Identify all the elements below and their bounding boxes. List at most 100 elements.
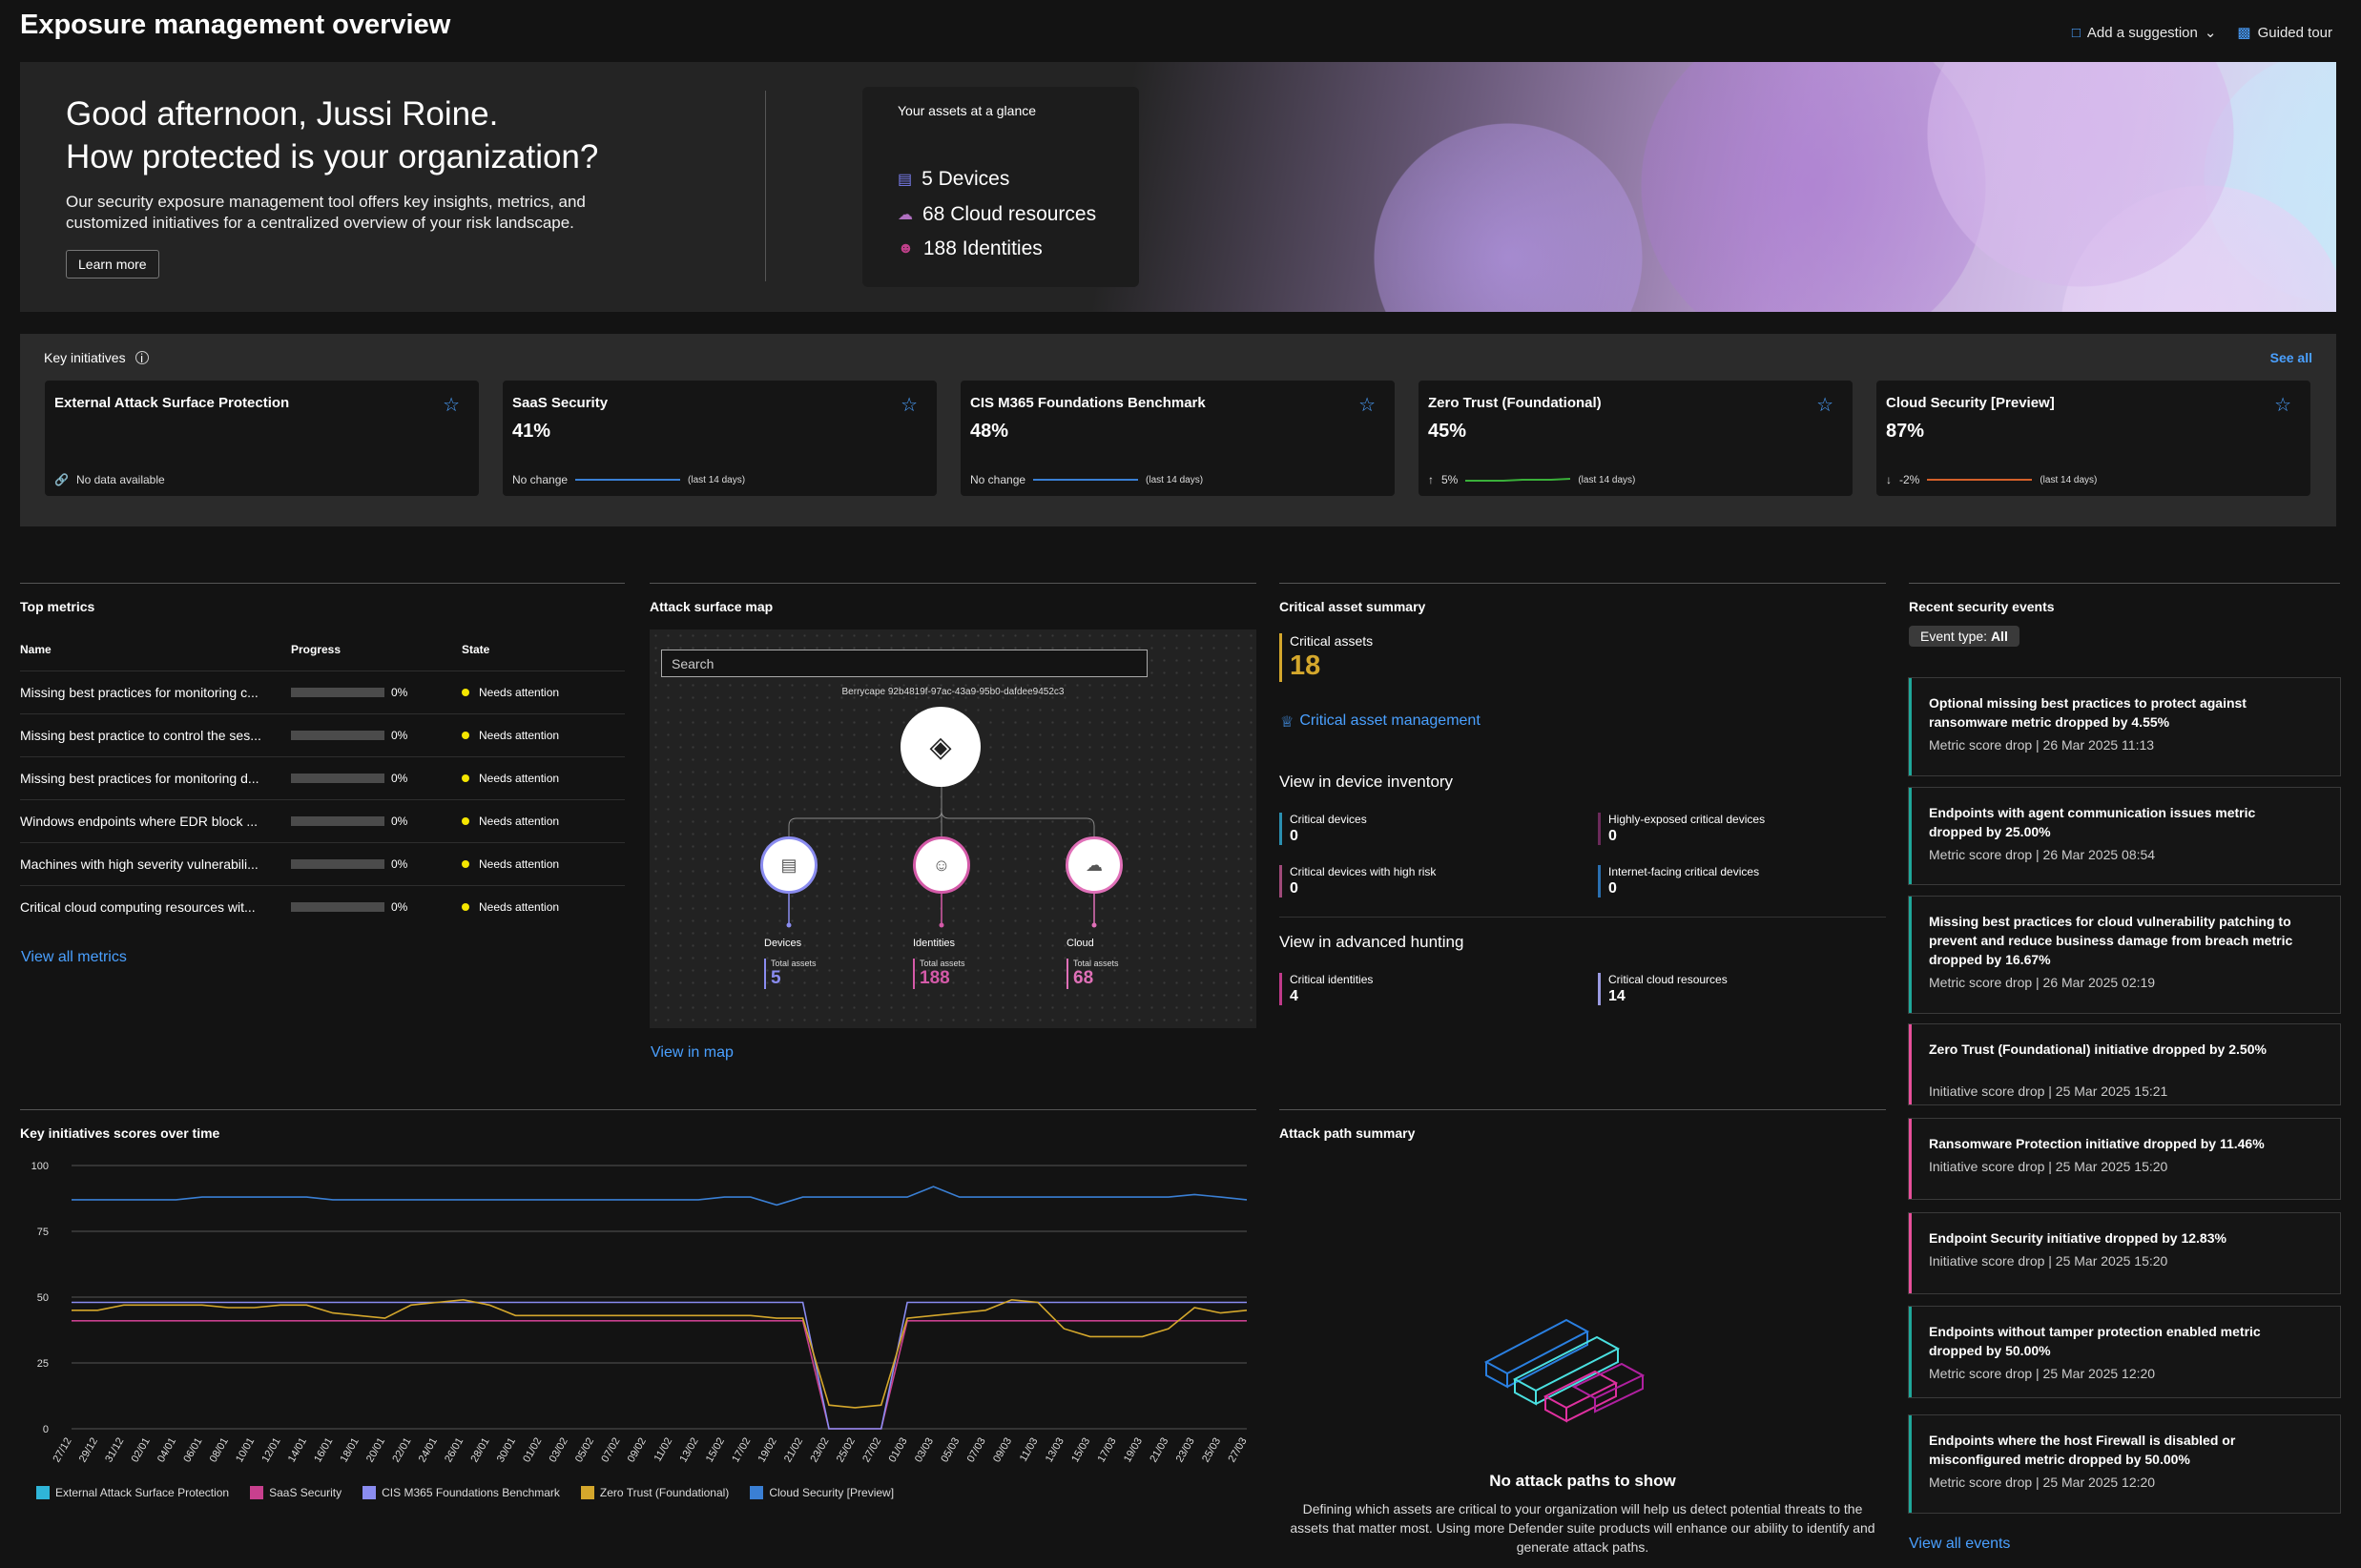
devices-node[interactable]: ▤: [760, 836, 818, 894]
critical-asset-management-link[interactable]: ♕ Critical asset management: [1280, 712, 1481, 732]
initiative-score: 41%: [512, 421, 551, 442]
x-tick-label: 10/01: [234, 1436, 257, 1465]
item-value: 0: [1608, 828, 1617, 844]
initiative-score: 87%: [1886, 421, 1925, 442]
event-card[interactable]: Optional missing best practices to prote…: [1909, 678, 2340, 775]
highly-exposed-critical-devices[interactable]: Highly-exposed critical devices 0: [1598, 813, 1765, 845]
event-card[interactable]: Missing best practices for cloud vulnera…: [1909, 897, 2340, 1013]
add-suggestion-button[interactable]: □ Add a suggestion ⌄: [2072, 24, 2217, 42]
tenant-node[interactable]: ◈: [901, 707, 981, 787]
view-all-metrics-link[interactable]: View all metrics: [21, 949, 127, 966]
table-row[interactable]: Missing best practice to control the ses…: [20, 713, 625, 756]
hero-description: Our security exposure management tool of…: [66, 193, 586, 232]
star-icon[interactable]: ☆: [2274, 393, 2291, 417]
initiative-footer: ↓ -2% (last 14 days): [1886, 473, 2097, 486]
event-card[interactable]: Endpoints with agent communication issue…: [1909, 788, 2340, 884]
legend-item[interactable]: SaaS Security: [250, 1486, 342, 1499]
cloud-icon: ☁: [898, 207, 913, 223]
item-value: 0: [1290, 880, 1298, 897]
glance-devices[interactable]: ▤ 5 Devices: [898, 168, 1009, 191]
table-row[interactable]: Missing best practices for monitoring d.…: [20, 756, 625, 799]
event-card[interactable]: Endpoints without tamper protection enab…: [1909, 1307, 2340, 1397]
table-row[interactable]: Machines with high severity vulnerabili.…: [20, 842, 625, 885]
star-icon[interactable]: ☆: [1358, 393, 1376, 417]
header-actions: □ Add a suggestion ⌄ ▩ Guided tour: [2072, 24, 2332, 42]
x-tick-label: 29/12: [77, 1436, 100, 1465]
attack-path-title: Attack path summary: [1279, 1125, 1416, 1141]
total-label: Total assets: [920, 959, 965, 968]
x-tick-label: 12/01: [259, 1436, 282, 1465]
legend-item[interactable]: External Attack Surface Protection: [36, 1486, 229, 1499]
metric-name: Missing best practice to control the ses…: [20, 728, 261, 743]
cloud-node[interactable]: ☁: [1066, 836, 1123, 894]
x-tick-label: 20/01: [364, 1436, 387, 1465]
y-tick-label: 0: [43, 1424, 49, 1435]
metric-progress: 0%: [391, 900, 408, 914]
legend-item[interactable]: Zero Trust (Foundational): [580, 1486, 729, 1499]
critical-assets-value: 18: [1290, 650, 1321, 681]
event-card[interactable]: Endpoint Security initiative dropped by …: [1909, 1213, 2340, 1293]
x-tick-label: 03/03: [913, 1436, 936, 1465]
star-icon[interactable]: ☆: [1816, 393, 1833, 417]
legend-label: Cloud Security [Preview]: [769, 1486, 895, 1499]
critical-devices[interactable]: Critical devices 0: [1279, 813, 1367, 845]
star-icon[interactable]: ☆: [901, 393, 918, 417]
x-tick-label: 23/03: [1174, 1436, 1197, 1465]
x-tick-label: 11/03: [1018, 1436, 1041, 1464]
no-attack-paths-description: Defining which assets are critical to yo…: [1290, 1501, 1875, 1555]
internet-facing-critical-devices[interactable]: Internet-facing critical devices 0: [1598, 865, 1759, 897]
state-label: Needs attention: [479, 815, 560, 828]
x-tick-label: 17/02: [730, 1436, 753, 1465]
devices-label: Devices: [764, 938, 802, 949]
legend-item[interactable]: Cloud Security [Preview]: [750, 1486, 894, 1499]
item-label: Highly-exposed critical devices: [1608, 813, 1766, 826]
table-row[interactable]: Critical cloud computing resources wit..…: [20, 885, 625, 928]
metric-progress: 0%: [391, 815, 408, 828]
glance-identities[interactable]: ☻ 188 Identities: [898, 237, 1043, 260]
initiative-card[interactable]: External Attack Surface Protection ☆ 🔗 No…: [45, 381, 479, 496]
metric-state: Needs attention: [462, 686, 559, 699]
progress-bar: [291, 816, 384, 826]
view-in-map-link[interactable]: View in map: [651, 1044, 734, 1062]
guided-tour-button[interactable]: ▩ Guided tour: [2237, 24, 2332, 42]
event-type-filter[interactable]: Event type: All: [1909, 626, 2019, 647]
table-row[interactable]: Windows endpoints where EDR block ... 0% N…: [20, 799, 625, 842]
event-card[interactable]: Ransomware Protection initiative dropped…: [1909, 1119, 2340, 1199]
x-tick-label: 26/01: [443, 1436, 466, 1465]
legend-item[interactable]: CIS M365 Foundations Benchmark: [362, 1486, 560, 1499]
initiative-change: No change: [512, 473, 569, 486]
critical-assets-count[interactable]: Critical assets 18: [1279, 633, 1373, 682]
learn-more-button[interactable]: Learn more: [66, 250, 159, 279]
section-divider: [1909, 583, 2340, 584]
initiative-card[interactable]: Cloud Security [Preview] ☆ 87% ↓ -2% (last…: [1876, 381, 2310, 496]
initiative-card[interactable]: Zero Trust (Foundational) ☆ 45% ↑ 5% (last…: [1419, 381, 1853, 496]
event-card[interactable]: Zero Trust (Foundational) initiative dro…: [1909, 1024, 2340, 1104]
info-icon[interactable]: i: [135, 351, 149, 365]
item-value: 0: [1608, 880, 1617, 897]
attack-surface-map[interactable]: Search Berrycape 92b4819f-97ac-43a9-95b0…: [650, 629, 1256, 1028]
table-row[interactable]: Missing best practices for monitoring c.…: [20, 671, 625, 713]
scores-chart[interactable]: 0 25 50 75 100 27/12 29/12 31/12 02/01 04/01 06/01…: [0, 1145, 1259, 1478]
glance-cloud[interactable]: ☁ 68 Cloud resources: [898, 203, 1096, 226]
x-tick-label: 19/03: [1122, 1436, 1145, 1465]
add-suggestion-label: Add a suggestion: [2086, 24, 2198, 41]
critical-identities[interactable]: Critical identities 4: [1279, 973, 1373, 1005]
x-tick-label: 16/01: [312, 1436, 335, 1465]
event-meta: Metric score drop | 26 Mar 2025 08:54: [1929, 847, 2156, 862]
metric-state: Needs attention: [462, 815, 559, 828]
initiative-change: -2%: [1899, 473, 1920, 486]
map-icon: ▩: [2237, 25, 2251, 41]
critical-cloud-resources[interactable]: Critical cloud resources 14: [1598, 973, 1728, 1005]
event-card[interactable]: Endpoints where the host Firewall is dis…: [1909, 1415, 2340, 1513]
initiative-card[interactable]: CIS M365 Foundations Benchmark ☆ 48% No …: [961, 381, 1395, 496]
item-value: 0: [1290, 828, 1298, 844]
identities-node[interactable]: ☺: [913, 836, 970, 894]
identities-label: Identities: [913, 938, 956, 949]
star-icon[interactable]: ☆: [443, 393, 460, 417]
event-title: Endpoints without tamper protection enab…: [1929, 1324, 2261, 1358]
critical-devices-high-risk[interactable]: Critical devices with high risk 0: [1279, 865, 1436, 897]
see-all-link[interactable]: See all: [2270, 350, 2312, 365]
col-state: State: [462, 643, 490, 656]
initiative-card[interactable]: SaaS Security ☆ 41% No change (last 14 da…: [503, 381, 937, 496]
view-all-events-link[interactable]: View all events: [1909, 1536, 2010, 1553]
